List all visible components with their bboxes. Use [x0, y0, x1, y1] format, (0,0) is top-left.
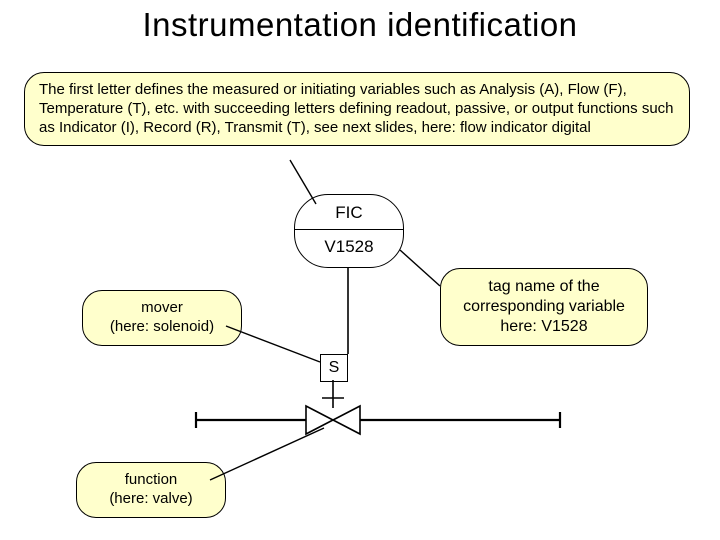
slide-stage: Instrumentation identification The first…: [0, 0, 720, 540]
function-callout: function(here: valve): [76, 462, 226, 518]
mover-callout-text: mover(here: solenoid): [110, 299, 214, 335]
function-callout-text: function(here: valve): [109, 471, 192, 507]
instrument-code: FIC: [295, 203, 403, 223]
actuator-letter-box: S: [320, 354, 348, 382]
tag-callout-text: tag name of the corresponding variablehe…: [463, 278, 625, 335]
description-callout: The first letter defines the measured or…: [24, 72, 690, 146]
tag-callout: tag name of the corresponding variablehe…: [440, 268, 648, 346]
mover-callout: mover(here: solenoid): [82, 290, 242, 346]
slide-title: Instrumentation identification: [0, 6, 720, 44]
instrument-divider: [295, 229, 403, 230]
instrument-tag: V1528: [295, 237, 403, 257]
instrument-bubble: FIC V1528: [294, 194, 404, 268]
